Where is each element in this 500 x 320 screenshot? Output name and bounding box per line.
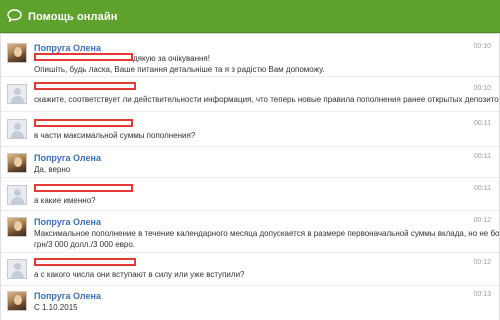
chat-transcript[interactable]: Попруга Олена 00:10 дякую за очікування!… [0, 34, 500, 320]
message-separator [1, 76, 499, 77]
message-time: 00:12 [473, 217, 491, 224]
message-text: скажите, соответствует ли действительнос… [34, 95, 500, 104]
user-avatar [7, 84, 27, 104]
user-avatar [7, 119, 27, 139]
message-text: С 1.10.2015 [34, 303, 78, 312]
message-author: Попруга Олена [34, 153, 101, 163]
message-time: 00:11 [474, 120, 491, 127]
page-title: Помощь онлайн [28, 11, 118, 23]
redacted-name [34, 258, 136, 266]
user-avatar [7, 185, 27, 205]
message-separator [1, 252, 499, 253]
redacted-name [34, 119, 133, 127]
agent-avatar [7, 153, 27, 173]
message-separator [1, 146, 499, 147]
message-time: 00:10 [473, 85, 491, 92]
message-author: Попруга Олена [34, 43, 101, 53]
message-separator [1, 111, 499, 112]
message-text: Опишіть, будь ласка, Ваше питання деталь… [34, 65, 325, 74]
user-avatar [7, 259, 27, 279]
message-author: Попруга Олена [34, 291, 101, 301]
message-text: Максимальное пополнение в течение календ… [34, 229, 500, 238]
message-time: 00:12 [473, 259, 491, 266]
redacted-name [34, 184, 133, 192]
agent-avatar [7, 217, 27, 237]
chat-bubble-icon [7, 9, 22, 22]
message-separator [1, 210, 499, 211]
message-author: Попруга Олена [34, 217, 101, 227]
agent-avatar [7, 291, 27, 311]
redacted-name [34, 82, 136, 90]
message-time: 00:13 [473, 291, 491, 298]
message-time: 00:11 [474, 185, 491, 192]
message-separator [1, 177, 499, 178]
agent-avatar [7, 43, 27, 63]
redacted-name [34, 53, 133, 61]
message-text: в части максимальной суммы пополнения? [34, 131, 196, 140]
message-separator [1, 285, 499, 286]
message-text: а какие именно? [34, 196, 96, 205]
message-text: Да, верно [34, 165, 71, 174]
message-text: а с какого числа они вступают в силу или… [34, 270, 245, 279]
message-time: 00:10 [473, 43, 491, 50]
message-text: грн/3 000 долл./3 000 евро. [34, 240, 136, 249]
chat-header: Помощь онлайн [0, 0, 500, 33]
message-time: 00:11 [474, 153, 491, 160]
message-text: дякую за очікування! [133, 54, 210, 63]
